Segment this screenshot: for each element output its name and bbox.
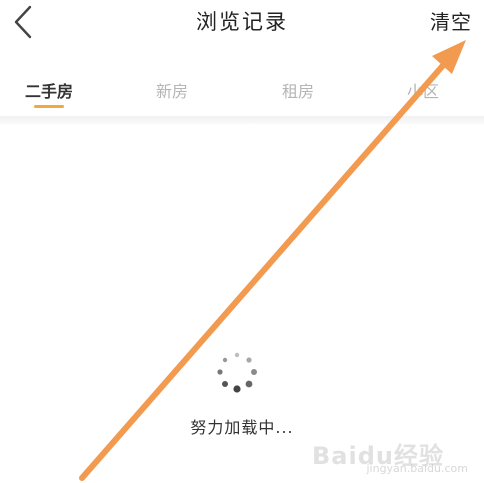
watermark-url: jingyan.baidu.com bbox=[366, 462, 468, 475]
loading-spinner-icon bbox=[217, 352, 257, 393]
section-divider bbox=[0, 116, 484, 124]
page-title: 浏览记录 bbox=[196, 10, 288, 34]
top-nav-bar: 浏览记录 清空 bbox=[0, 0, 484, 58]
tab-new-house[interactable]: 新房 bbox=[156, 78, 188, 102]
category-tabs: 二手房 新房 租房 小区 bbox=[0, 70, 484, 114]
watermark: Baidu经验 jingyan.baidu.com bbox=[312, 430, 472, 476]
active-tab-indicator bbox=[34, 105, 64, 108]
tab-rental[interactable]: 租房 bbox=[282, 78, 314, 102]
clear-button[interactable]: 清空 bbox=[430, 6, 472, 35]
tab-community[interactable]: 小区 bbox=[407, 78, 439, 102]
tab-second-hand[interactable]: 二手房 bbox=[25, 78, 73, 102]
